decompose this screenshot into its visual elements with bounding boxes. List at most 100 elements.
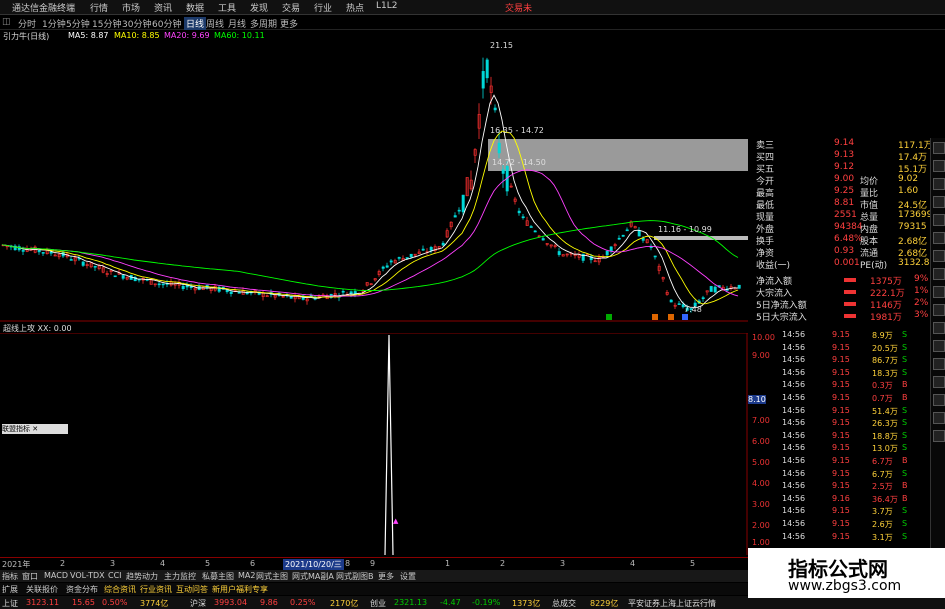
menu-l1l2[interactable]: L1L2 (376, 1, 397, 11)
tool-icon[interactable] (933, 232, 945, 244)
total-value: 8229亿 (590, 599, 619, 608)
period-60min[interactable]: 60分钟 (152, 17, 181, 30)
tab-indicator[interactable]: 指标 (2, 571, 18, 582)
status-related-quote[interactable]: 关联报价 (26, 584, 58, 595)
menu-market[interactable]: 市场 (122, 1, 140, 14)
tool-icon[interactable] (933, 394, 945, 406)
tool-icon[interactable] (933, 304, 945, 316)
status-expand[interactable]: 扩展 (2, 584, 18, 595)
candle-body (453, 215, 457, 218)
tool-icon[interactable] (933, 430, 945, 442)
quote-row: 收益(一) 0.001 PE(动) 3132.8 (752, 258, 930, 271)
tick-list[interactable]: 14:56 9.15 8.9万 S 14:56 9.15 20.5万 S 14:56 9.15 86… (752, 330, 930, 550)
period-30min[interactable]: 30分钟 (122, 17, 151, 30)
quote-value: 0.93 (834, 246, 855, 256)
period-1min[interactable]: 1分钟 (42, 17, 66, 30)
tick-volume: 26.3万 (872, 419, 898, 429)
spike-marker: ▲ (393, 517, 399, 525)
date-label: 4 (630, 559, 636, 568)
sub-indicator-chart[interactable]: ▲ (0, 333, 748, 555)
period-multi[interactable]: 多周期 (250, 17, 277, 30)
quote-value: 9.02 (898, 174, 919, 184)
tool-icon[interactable] (933, 286, 945, 298)
tab-cci[interactable]: CCI (108, 571, 122, 580)
status-fund-flow[interactable]: 资金分布 (66, 584, 98, 595)
tool-icon[interactable] (933, 214, 945, 226)
tick-price: 9.16 (832, 493, 850, 503)
tab-vol-tdx[interactable]: VOL-TDX (70, 571, 105, 580)
menu-trade[interactable]: 交易 (282, 1, 300, 14)
sz-label[interactable]: 沪深 (190, 598, 206, 609)
menu-tools[interactable]: 工具 (218, 1, 236, 14)
tool-icon[interactable] (933, 412, 945, 424)
tab-macd[interactable]: MACD (44, 571, 68, 580)
resistance-zone-lower (654, 236, 748, 240)
tool-icon[interactable] (933, 160, 945, 172)
quote-value: 8.81 (834, 198, 855, 208)
tool-icon[interactable] (933, 142, 945, 154)
tick-volume: 18.8万 (872, 431, 898, 441)
candle-body (541, 238, 545, 241)
period-15min[interactable]: 15分钟 (92, 17, 121, 30)
quote-value: 9.25 (834, 186, 855, 196)
tool-icon[interactable] (933, 178, 945, 190)
menu-hot[interactable]: 热点 (346, 1, 364, 14)
trade-link[interactable]: 交易未 (505, 1, 532, 14)
tool-icon[interactable] (933, 340, 945, 352)
cy-label[interactable]: 创业 (370, 598, 386, 609)
tick-time: 14:56 (782, 418, 806, 428)
period-more[interactable]: 更多 (280, 17, 298, 30)
period-weekly[interactable]: 周线 (206, 17, 224, 30)
period-fenshi[interactable]: 分时 (18, 17, 36, 30)
tool-icon[interactable] (933, 196, 945, 208)
candle-body (37, 250, 41, 253)
indicator-popup[interactable]: 联盟指标 ✕ (2, 424, 68, 434)
sh-label[interactable]: 上证 (2, 598, 18, 609)
ma5-line (1, 94, 739, 308)
quote-row: 最低 8.81 市值 24.5亿 (752, 198, 930, 211)
status-qa[interactable]: 互动问答 (176, 584, 208, 595)
tick-row: 14:56 9.15 3.1万 S (752, 532, 930, 543)
tab-window[interactable]: 窗口 (22, 571, 38, 582)
tab-main-monitor[interactable]: 主力监控 (164, 571, 196, 582)
status-industry-news[interactable]: 行业资讯 (140, 584, 172, 595)
tab-private-main[interactable]: 私募主图 (202, 571, 234, 582)
candle-body (677, 303, 681, 305)
broker-name[interactable]: 平安证券上海上证云行情 (628, 598, 716, 609)
candle-body (669, 299, 673, 303)
tool-icon[interactable] (933, 376, 945, 388)
candle-body (641, 238, 645, 241)
date-label: 4 (160, 559, 166, 568)
period-daily[interactable]: 日线 (184, 17, 207, 30)
tab-web-sub-a[interactable]: 网式MA副A (292, 571, 334, 582)
indicator-name[interactable]: 引力牛(日线) (3, 31, 49, 42)
tab-web-main[interactable]: 网式主图 (256, 571, 288, 582)
tab-trend-power[interactable]: 趋势动力 (126, 571, 158, 582)
menu-hangqing[interactable]: 行情 (90, 1, 108, 14)
tool-icon[interactable] (933, 250, 945, 262)
toggle-icon[interactable]: ◫ (2, 17, 11, 27)
candle-body (289, 296, 293, 299)
quote-value: 3132.8 (898, 258, 930, 268)
tick-row: 14:56 9.15 20.5万 S (752, 343, 930, 354)
tool-icon[interactable] (933, 268, 945, 280)
signal-marker (668, 314, 674, 320)
tab-web-sub-b[interactable]: 网式副图B (336, 571, 374, 582)
tool-icon[interactable] (933, 322, 945, 334)
menu-discover[interactable]: 发现 (250, 1, 268, 14)
period-5min[interactable]: 5分钟 (66, 17, 90, 30)
candle-body (457, 209, 461, 212)
tab-settings[interactable]: 设置 (400, 571, 416, 582)
tab-ma2[interactable]: MA2 (238, 571, 255, 580)
status-new-user[interactable]: 新用户福利专享 (212, 584, 268, 595)
tab-more[interactable]: 更多 (378, 571, 394, 582)
status-news[interactable]: 综合资讯 (104, 584, 136, 595)
total-label: 总成交 (552, 599, 576, 608)
candlestick-chart[interactable]: 21.15 16.35 - 14.72 14.72 - 14.50 11.16 … (0, 42, 748, 322)
tick-volume: 0.7万 (872, 394, 893, 403)
period-monthly[interactable]: 月线 (228, 17, 246, 30)
menu-industry[interactable]: 行业 (314, 1, 332, 14)
tool-icon[interactable] (933, 358, 945, 370)
menu-data[interactable]: 数据 (186, 1, 204, 14)
menu-news[interactable]: 资讯 (154, 1, 172, 14)
